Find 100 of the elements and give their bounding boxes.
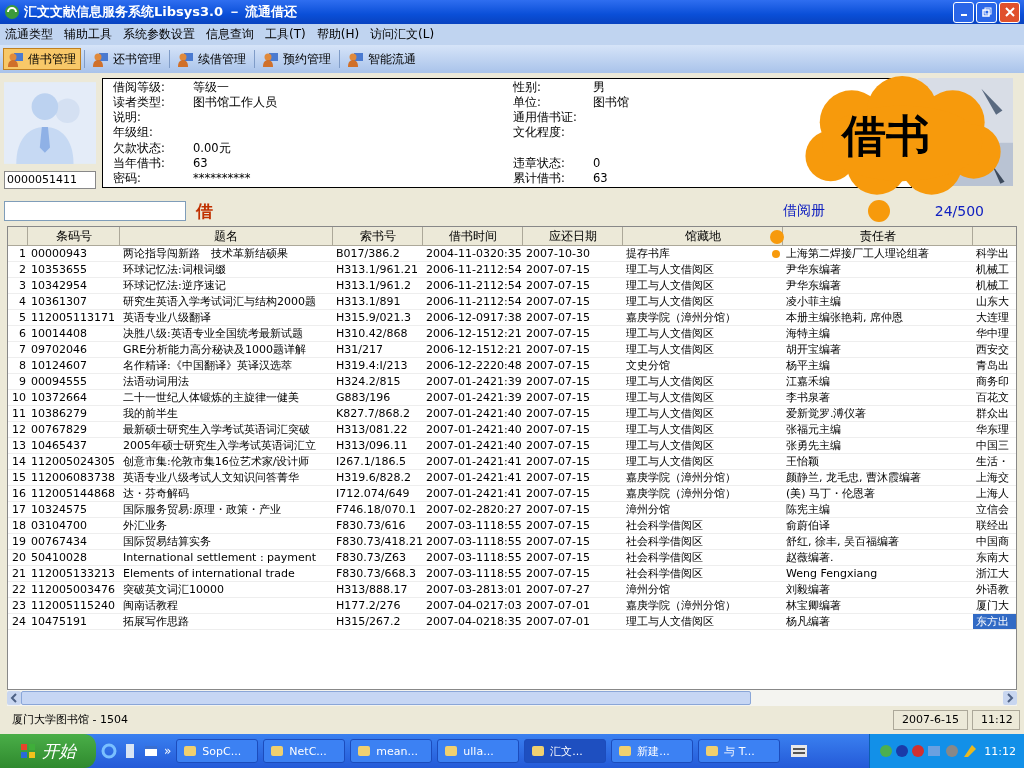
table-cell: F746.18/070.1	[333, 502, 423, 518]
bubble-dot	[772, 250, 780, 258]
column-header[interactable]: 条码号	[28, 227, 120, 246]
table-cell: 环球记忆法:逆序速记	[120, 278, 333, 294]
table-cell: I267.1/186.5	[333, 454, 423, 470]
keyboard-icon[interactable]	[791, 745, 808, 757]
column-header[interactable]: 题名	[120, 227, 333, 246]
table-cell: 二十一世纪人体锻炼的主旋律一健美	[120, 390, 333, 406]
menu-item[interactable]: 工具(T)	[265, 26, 306, 43]
menu-item[interactable]: 系统参数设置	[123, 26, 195, 43]
table-cell: 理工与人文借阅区	[623, 342, 783, 358]
user-monitor-icon	[348, 51, 364, 67]
taskbar-button[interactable]: ulla...	[437, 739, 520, 763]
table-cell: 胡开宝编著	[783, 342, 973, 358]
browser-icon[interactable]	[101, 743, 117, 759]
table-cell: 2007-07-15	[523, 534, 623, 550]
taskbar-button[interactable]: mean...	[350, 739, 433, 763]
row-number: 6	[8, 326, 28, 342]
table-cell: 山东大	[973, 294, 1016, 310]
table-cell: 2007-07-15	[523, 422, 623, 438]
taskbar-button[interactable]: 与 T...	[698, 739, 781, 763]
table-cell: 00767434	[28, 534, 120, 550]
row-number: 22	[8, 582, 28, 598]
taskbar-button[interactable]: 新建...	[611, 739, 694, 763]
taskbar-button[interactable]: 汇文...	[524, 739, 607, 763]
menu-item[interactable]: 辅助工具	[64, 26, 112, 43]
close-button[interactable]	[999, 1, 1020, 23]
table-cell: 2007-04-0218:35	[423, 614, 523, 630]
table-cell: H324.2/815	[333, 374, 423, 390]
menu-item[interactable]: 帮助(H)	[316, 26, 360, 43]
table-cell: GRE分析能力高分秘诀及1000题详解	[120, 342, 333, 358]
flag-icon	[20, 743, 36, 759]
table-cell: 突破英文词汇10000	[120, 582, 333, 598]
table-cell: 2007-07-15	[523, 406, 623, 422]
toolbar-button[interactable]: 借书管理	[3, 48, 81, 70]
status-library: 厦门大学图书馆 - 1504	[11, 712, 129, 728]
scroll-thumb[interactable]	[21, 691, 751, 705]
table-cell: 王怡颖	[783, 454, 973, 470]
table-cell: 10475191	[28, 614, 120, 630]
row-number: 24	[8, 614, 28, 630]
column-header[interactable]: 应还日期	[523, 227, 623, 246]
bubble-dot	[770, 230, 784, 244]
start-button[interactable]: 开始	[0, 734, 96, 768]
menu-item[interactable]: 访问汇文(L)	[370, 26, 435, 43]
toolbar-button[interactable]: 续借管理	[173, 48, 251, 70]
row-number: 18	[8, 518, 28, 534]
column-header[interactable]: 借书时间	[423, 227, 523, 246]
scroll-left-icon[interactable]	[7, 691, 21, 705]
minimize-button[interactable]	[953, 1, 974, 23]
taskbar-button[interactable]: NetC...	[263, 739, 346, 763]
card-number-field[interactable]: 0000051411	[4, 171, 96, 189]
close-icon	[1004, 7, 1015, 17]
field-label: 借阅等级:	[113, 80, 166, 96]
field-value: 63	[593, 170, 608, 186]
table-cell: 百花文	[973, 390, 1016, 406]
taskbar-button[interactable]: SopC...	[176, 739, 259, 763]
table-cell: 2007-07-27	[523, 582, 623, 598]
menu-item[interactable]: 流通类型	[5, 26, 53, 43]
scroll-right-icon[interactable]	[1003, 691, 1017, 705]
row-number: 9	[8, 374, 28, 390]
table-cell: H319.4:I/213	[333, 358, 423, 374]
barcode-input-field[interactable]	[4, 201, 186, 221]
status-date: 2007-6-15	[893, 710, 968, 730]
field-value: 63	[193, 155, 208, 171]
table-cell: 2007-07-15	[523, 262, 623, 278]
column-header[interactable]: 责任者	[783, 227, 973, 246]
table-cell: H313.1/961.21	[333, 262, 423, 278]
overflow-chevron[interactable]: »	[164, 744, 172, 758]
toolbar-button[interactable]: 预约管理	[258, 48, 336, 70]
table-cell: 两论指导闯新路 技术革新结硕果	[120, 246, 333, 262]
column-header[interactable]: 馆藏地	[623, 227, 783, 246]
table-cell: 漳州分馆	[623, 502, 783, 518]
table-cell: 2006-12-0917:38	[423, 310, 523, 326]
table-cell: 10324575	[28, 502, 120, 518]
table-cell: 环球记忆法:词根词缀	[120, 262, 333, 278]
table-cell: 03104700	[28, 518, 120, 534]
user-monitor-icon	[93, 51, 109, 67]
table-cell: 尹华东编著	[783, 262, 973, 278]
table-cell: 2007-07-15	[523, 438, 623, 454]
window-icon[interactable]	[143, 743, 159, 759]
table-cell: 2007-01-2421:40	[423, 422, 523, 438]
table-cell: 2007-07-15	[523, 566, 623, 582]
table-cell: 浙江大	[973, 566, 1016, 582]
tray-icons-drawing[interactable]	[878, 743, 979, 759]
bubble-dot	[868, 200, 890, 222]
table-cell: G883/196	[333, 390, 423, 406]
field-value: 0.00元	[193, 140, 231, 156]
table-cell: 尹华东编著	[783, 278, 973, 294]
toolbar-button[interactable]: 还书管理	[88, 48, 166, 70]
table-cell: 112005144868	[28, 486, 120, 502]
menu-item[interactable]: 信息查询	[206, 26, 254, 43]
toolbar-button[interactable]: 智能流通	[343, 48, 421, 70]
table-cell: 2007-03-1118:55	[423, 518, 523, 534]
table-cell: 112005115240	[28, 598, 120, 614]
table-cell: 社会科学借阅区	[623, 518, 783, 534]
restore-button[interactable]	[976, 1, 997, 23]
recycle-logo-icon	[4, 4, 20, 20]
horizontal-scrollbar[interactable]	[7, 690, 1017, 706]
column-header	[8, 227, 28, 246]
column-header[interactable]: 索书号	[333, 227, 423, 246]
